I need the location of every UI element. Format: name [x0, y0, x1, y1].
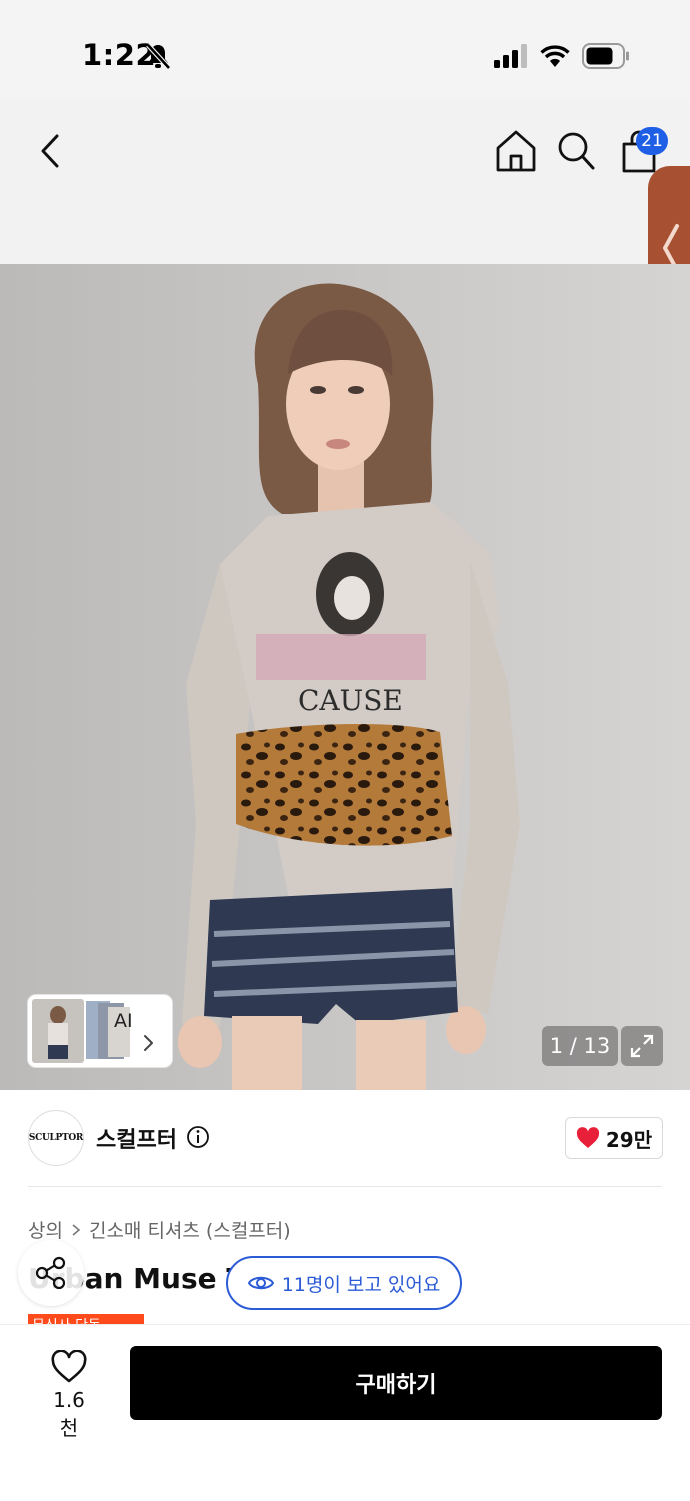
ai-label: AI [114, 1010, 133, 1032]
breadcrumb-item[interactable]: 긴소매 티셔츠 (스컬프터) [89, 1216, 291, 1243]
signal-icon [494, 44, 530, 72]
chevron-right-icon [72, 1223, 81, 1236]
chevron-right-icon [142, 1034, 154, 1056]
wishlist-count: 1.6천 [53, 1388, 85, 1440]
battery-icon [582, 43, 630, 73]
home-button[interactable] [494, 128, 538, 174]
cart-count-badge: 21 [636, 127, 668, 155]
brand-logo[interactable]: SCULPTOR [28, 1110, 84, 1166]
share-icon [35, 1256, 66, 1290]
image-counter: 1 / 13 [542, 1026, 618, 1066]
svg-text:CAUSE: CAUSE [298, 684, 403, 717]
ai-similar-items-button[interactable] [28, 995, 172, 1067]
search-button[interactable] [556, 130, 596, 172]
product-main-image[interactable]: CAUSE [0, 264, 690, 1090]
bell-off-icon [144, 42, 172, 74]
brand-like-button[interactable]: 29만 [565, 1117, 663, 1159]
home-icon [496, 130, 536, 172]
share-button[interactable] [18, 1240, 84, 1306]
divider [28, 1186, 662, 1187]
breadcrumb-item[interactable]: 상의 [28, 1216, 63, 1243]
search-icon [558, 132, 595, 170]
heart-icon [576, 1127, 600, 1148]
top-navigation-bar [0, 100, 690, 264]
viewers-count-pill: 11명이 보고 있어요 [226, 1256, 462, 1310]
thumbnail-stack [30, 997, 130, 1065]
back-icon [41, 134, 59, 168]
brand-name[interactable]: 스컬프터 [96, 1122, 177, 1154]
wifi-icon [540, 44, 570, 72]
brand-like-count: 29만 [605, 1127, 653, 1152]
expand-icon [630, 1034, 654, 1058]
buy-button[interactable]: 구매하기 [130, 1346, 662, 1420]
eye-icon [247, 1276, 274, 1290]
back-button[interactable] [28, 126, 72, 176]
viewers-text: 11명이 보고 있어요 [281, 1273, 441, 1296]
info-icon[interactable] [186, 1125, 210, 1153]
heart-outline-icon [50, 1349, 88, 1388]
breadcrumb: 상의 긴소매 티셔츠 (스컬프터) [28, 1216, 291, 1243]
expand-image-button[interactable] [621, 1026, 663, 1066]
brand-logo-text: SCULPTOR [28, 1133, 84, 1143]
product-photo: CAUSE [0, 264, 690, 1090]
